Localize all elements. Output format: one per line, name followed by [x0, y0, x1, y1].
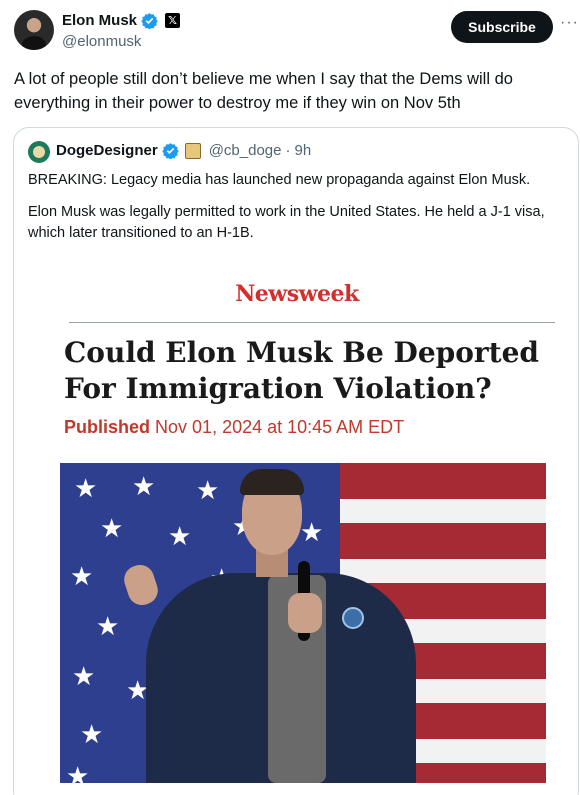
- quote-paragraph: BREAKING: Legacy media has launched new …: [28, 172, 531, 188]
- x-logo-icon[interactable]: 𝕏: [165, 13, 181, 28]
- more-options-icon[interactable]: ···: [560, 14, 579, 32]
- star-icon: ★: [300, 517, 324, 547]
- author-display-name[interactable]: Elon Musk: [62, 12, 137, 29]
- quote-tweet-card[interactable]: DogeDesigner @cb_doge · 9h BREAKING: Leg…: [13, 127, 579, 795]
- author-name-row: Elon Musk 𝕏: [62, 12, 181, 29]
- speaker-hair: [240, 469, 304, 495]
- quote-paragraph: Elon Musk was legally permitted to work …: [28, 204, 545, 241]
- star-icon: ★: [168, 521, 192, 551]
- author-handle[interactable]: @elonmusk: [62, 33, 141, 50]
- star-icon: ★: [70, 561, 94, 591]
- published-label: Published: [64, 417, 151, 437]
- mission-patch-icon: [342, 607, 364, 629]
- article-screenshot[interactable]: Newsweek Could Elon Musk Be Deported For…: [14, 273, 578, 795]
- separator-dot: ·: [285, 142, 291, 159]
- speaker-hand: [288, 593, 322, 633]
- star-icon: ★: [80, 719, 104, 749]
- quote-body: BREAKING: Legacy media has launched new …: [28, 170, 568, 255]
- star-icon: ★: [100, 513, 124, 543]
- star-icon: ★: [74, 473, 98, 503]
- star-icon: ★: [196, 475, 220, 505]
- newsweek-logo: Newsweek: [235, 281, 359, 307]
- article-headline: Could Elon Musk Be Deported For Immigrat…: [64, 336, 539, 405]
- quote-author-name[interactable]: DogeDesigner: [56, 142, 158, 159]
- article-photo: ★ ★ ★ ★ ★ ★ ★ ★ ★ ★ ★ ★ ★ ★ ★ ★ ★: [60, 463, 546, 783]
- quote-timestamp[interactable]: 9h: [294, 142, 311, 159]
- author-avatar[interactable]: [14, 10, 54, 50]
- quote-author-handle[interactable]: @cb_doge: [209, 142, 282, 159]
- verified-badge-icon: [161, 143, 179, 159]
- tweet-text: A lot of people still don’t believe me w…: [14, 70, 513, 112]
- verified-badge-icon[interactable]: [141, 12, 158, 29]
- quote-header: DogeDesigner @cb_doge · 9h: [56, 142, 311, 159]
- star-icon: ★: [72, 661, 96, 691]
- star-icon: ★: [132, 471, 156, 501]
- article-published: Published Nov 01, 2024 at 10:45 AM EDT: [64, 417, 404, 438]
- star-icon: ★: [66, 761, 90, 783]
- subscribe-button[interactable]: Subscribe: [451, 11, 553, 43]
- affiliation-badge-icon: [184, 142, 201, 159]
- quote-author-avatar[interactable]: [28, 141, 50, 163]
- published-date: Nov 01, 2024 at 10:45 AM EDT: [155, 417, 405, 437]
- divider: [69, 322, 555, 323]
- star-icon: ★: [96, 611, 120, 641]
